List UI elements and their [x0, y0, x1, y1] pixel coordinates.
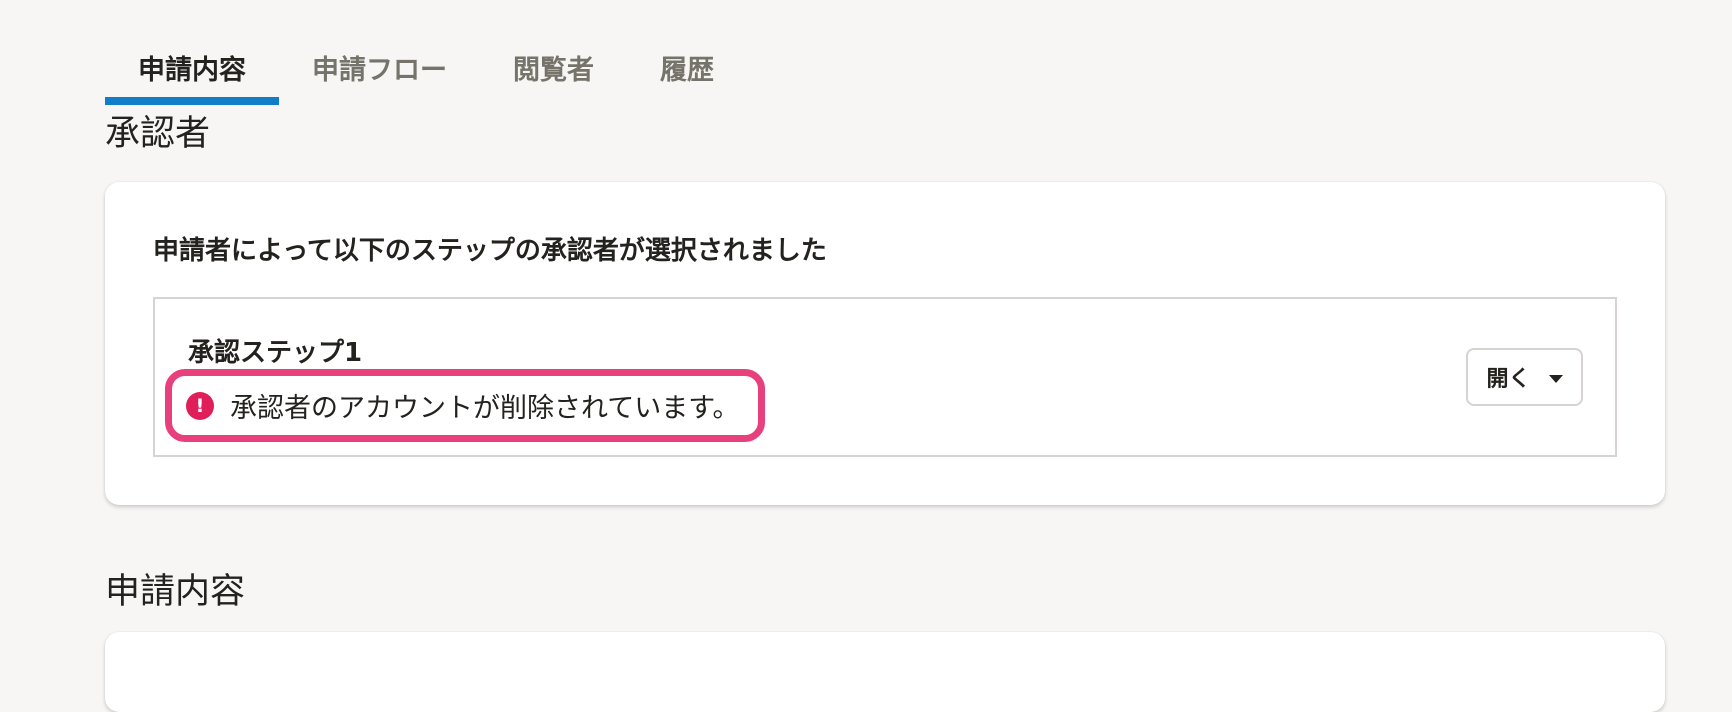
- error-message-highlight: ! 承認者のアカウントが削除されています。: [165, 369, 765, 442]
- open-button[interactable]: 開く: [1466, 348, 1583, 406]
- approval-step-box: 承認ステップ1 ! 承認者のアカウントが削除されています。 開く: [153, 297, 1617, 457]
- tab-viewers[interactable]: 閲覧者: [480, 40, 627, 105]
- tab-application-content[interactable]: 申請内容: [105, 40, 279, 105]
- approvers-section-title: 承認者: [105, 114, 211, 154]
- approval-step-title: 承認ステップ1: [188, 338, 363, 368]
- approvers-heading: 申請者によって以下のステップの承認者が選択されました: [153, 236, 827, 266]
- application-content-section-title: 申請内容: [105, 572, 246, 612]
- error-message: 承認者のアカウントが削除されています。: [230, 393, 740, 424]
- caret-down-icon: [1548, 374, 1563, 383]
- application-content-card: [105, 632, 1665, 712]
- exclamation-circle-icon: !: [186, 391, 214, 420]
- tab-history[interactable]: 履歴: [627, 40, 747, 105]
- tab-bar: 申請内容 申請フロー 閲覧者 履歴: [105, 40, 747, 105]
- open-button-label: 開く: [1486, 367, 1531, 392]
- approvers-card: 申請者によって以下のステップの承認者が選択されました 承認ステップ1 ! 承認者…: [105, 182, 1665, 505]
- tab-application-flow[interactable]: 申請フロー: [279, 40, 480, 105]
